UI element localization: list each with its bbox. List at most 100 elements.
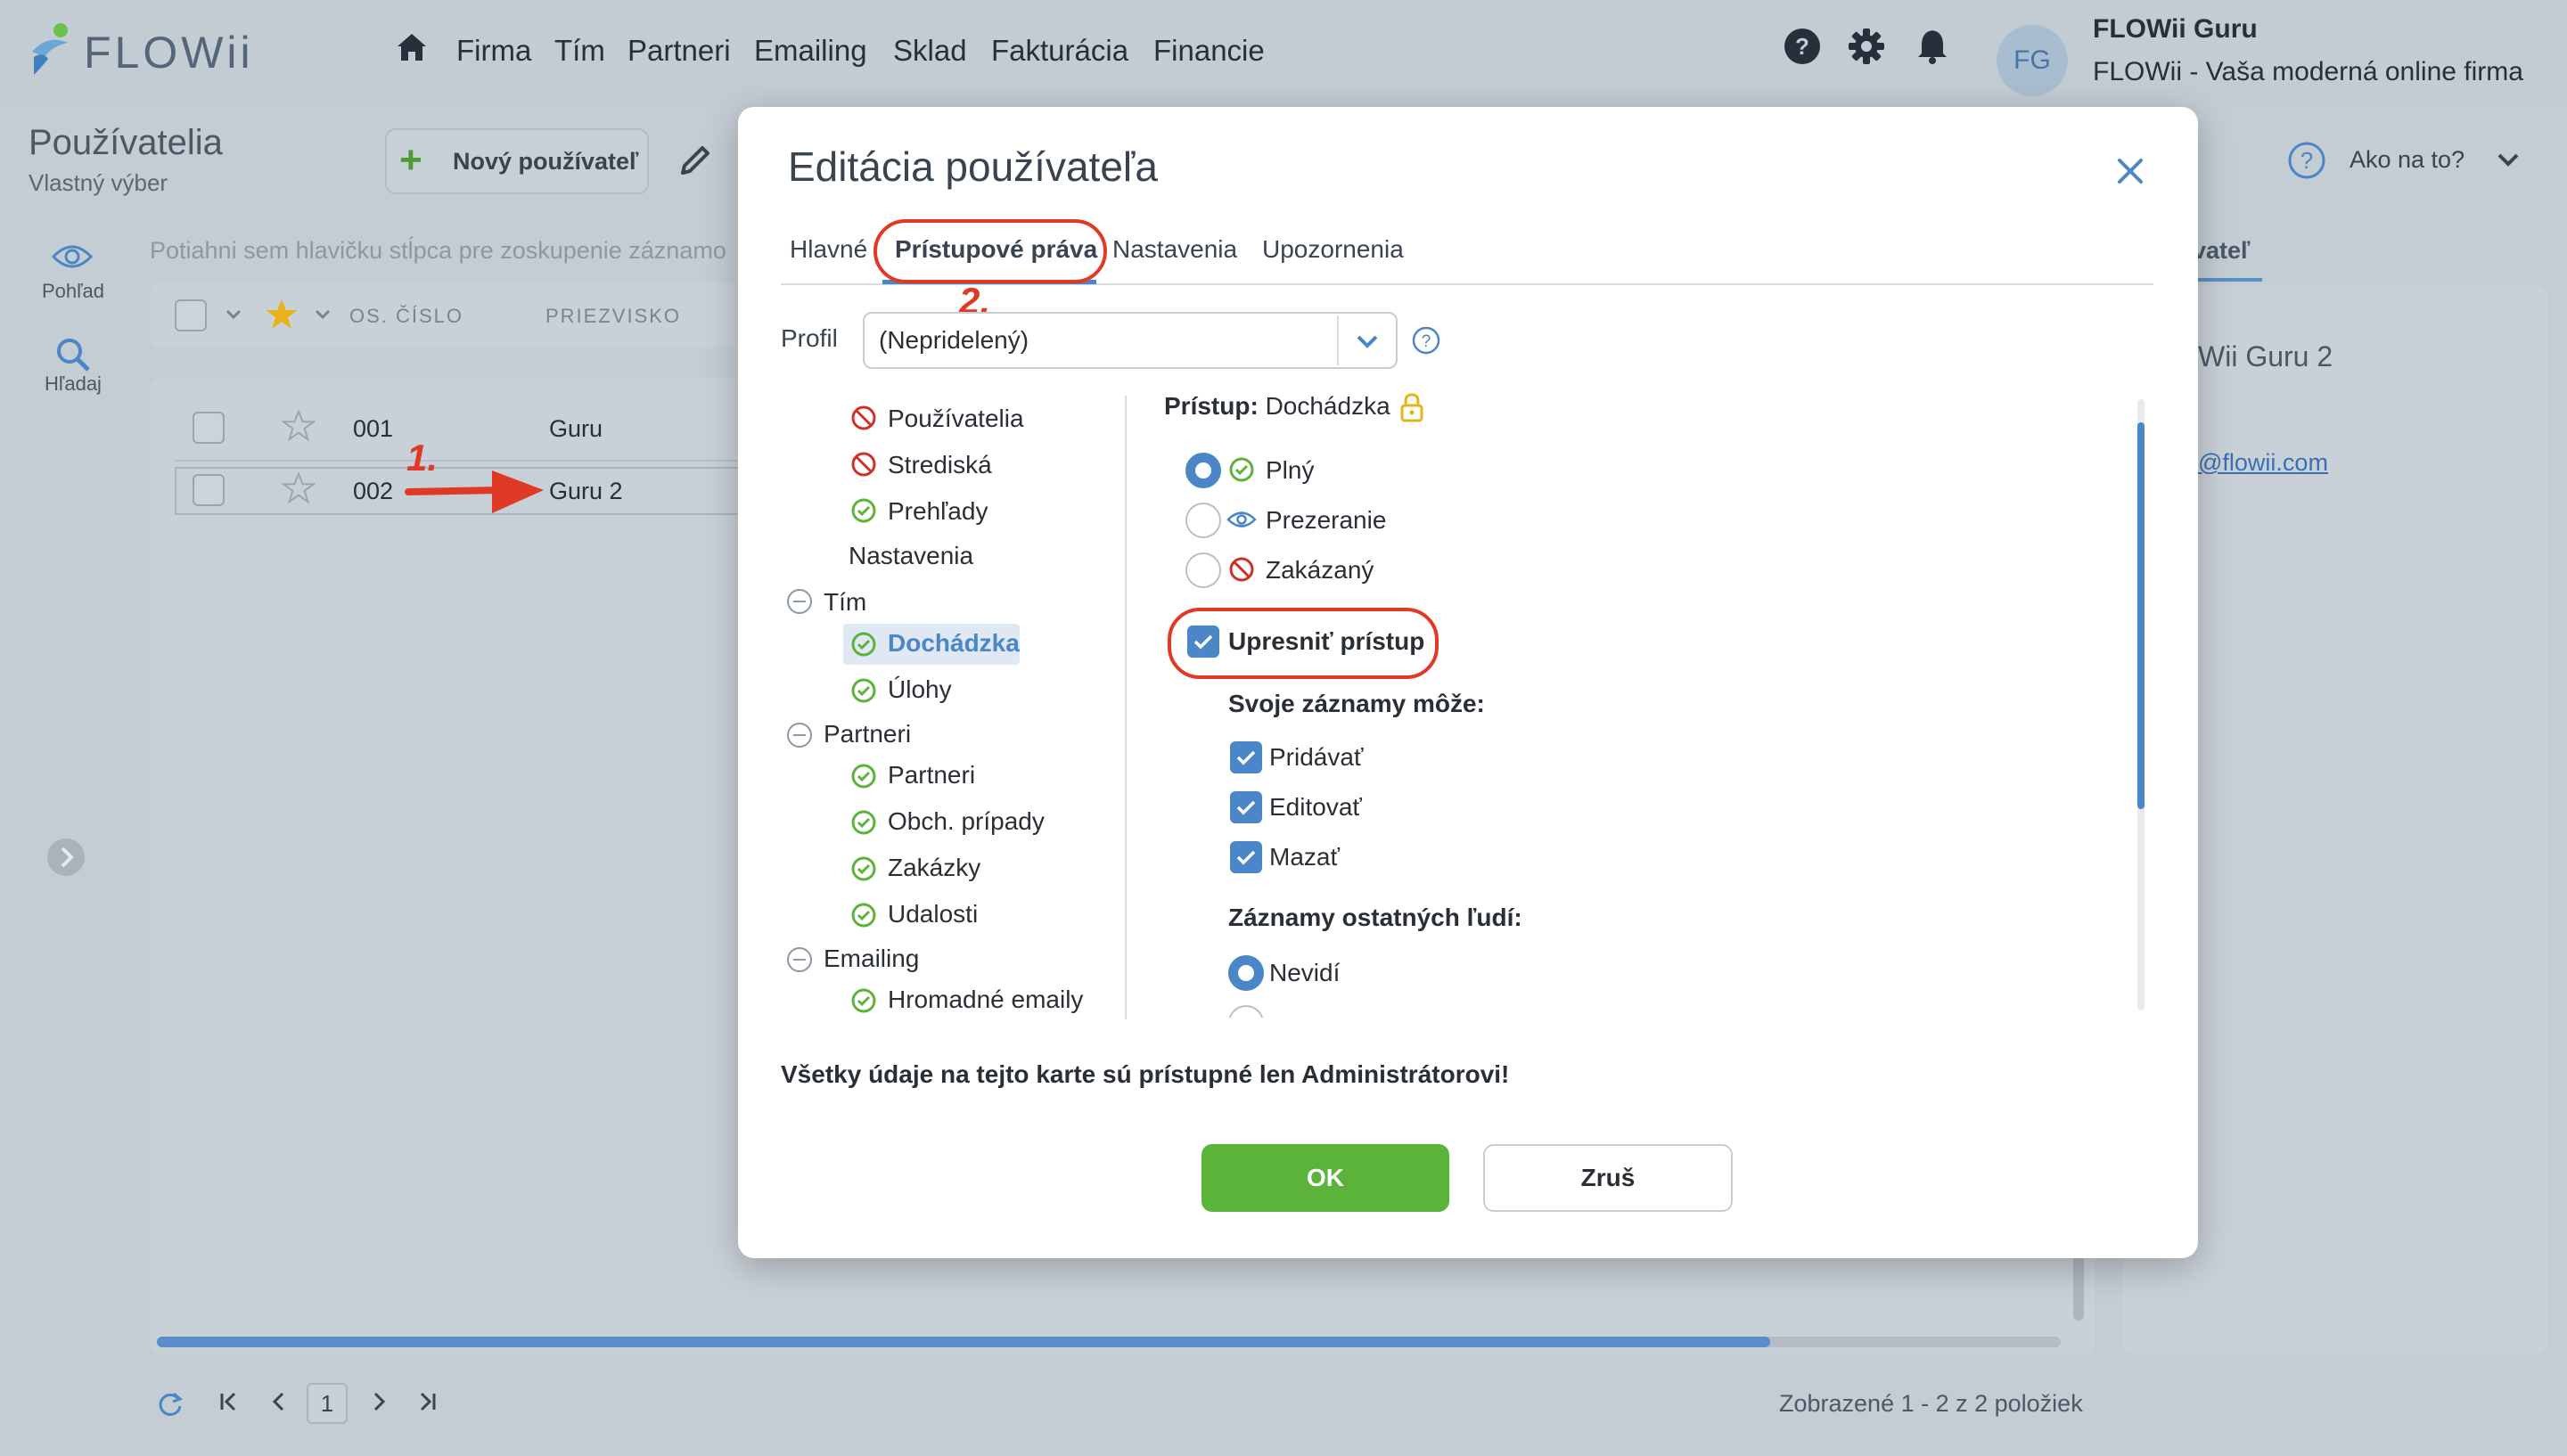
star-icon[interactable] [282, 472, 316, 504]
tree-item-pouzivatelia[interactable]: Používatelia [888, 405, 1024, 433]
nav-emailing[interactable]: Emailing [754, 34, 867, 68]
pencil-icon[interactable] [677, 143, 713, 178]
tree-item-strediska[interactable]: Strediská [888, 451, 992, 479]
option-editovat[interactable]: Editovať [1269, 793, 1362, 822]
row-checkbox[interactable] [193, 474, 225, 506]
tree-item-prehlady[interactable]: Prehľady [888, 497, 988, 526]
radio-zakazany[interactable] [1185, 552, 1221, 588]
column-header-surname[interactable]: PRIEZVISKO [545, 305, 681, 328]
eye-icon [1226, 510, 1257, 529]
option-zakazany[interactable]: Zakázaný [1266, 556, 1374, 585]
tree-item-partneri[interactable]: Partneri [888, 761, 975, 789]
new-user-button[interactable]: Nový používateľ [385, 128, 649, 194]
denied-icon [1228, 556, 1255, 583]
star-icon[interactable] [282, 410, 316, 442]
tree-group-partneri[interactable]: Partneri [824, 720, 911, 748]
option-plny[interactable]: Plný [1266, 456, 1314, 485]
table-cell-surname[interactable]: Guru 2 [549, 478, 623, 505]
checkbox-pridavat[interactable] [1230, 741, 1262, 773]
table-cell-number[interactable]: 002 [353, 478, 393, 505]
checkbox-editovat[interactable] [1230, 791, 1262, 823]
gear-icon[interactable] [1847, 27, 1886, 66]
user-company: FLOWii - Vaša moderná online firma [2093, 57, 2523, 86]
chevron-down-icon[interactable] [314, 308, 332, 321]
denied-icon [850, 405, 877, 431]
checkbox-mazat[interactable] [1230, 841, 1262, 873]
ok-button[interactable]: OK [1201, 1144, 1449, 1212]
table-cell-number[interactable]: 001 [353, 415, 393, 443]
user-name[interactable]: FLOWii Guru [2093, 14, 2258, 45]
tree-group-emailing[interactable]: Emailing [824, 945, 919, 973]
chevron-down-icon[interactable] [225, 308, 242, 321]
logo-text[interactable]: FLOWii [84, 27, 254, 78]
option-prezeranie[interactable]: Prezeranie [1266, 506, 1386, 535]
tree-group-tim[interactable]: Tím [824, 588, 866, 617]
help-icon[interactable]: ? [1783, 27, 1822, 66]
radio-nevidi[interactable] [1228, 955, 1264, 991]
profile-select[interactable]: (Nepridelený) [863, 312, 1398, 369]
horizontal-scroll-thumb[interactable] [157, 1337, 1770, 1347]
flowii-logo-icon[interactable] [27, 21, 77, 78]
option-pridavat[interactable]: Pridávať [1269, 743, 1363, 772]
page-number[interactable]: 1 [307, 1383, 348, 1424]
tab-hlavne[interactable]: Hlavné [790, 235, 867, 264]
option-nevidi[interactable]: Nevidí [1269, 959, 1340, 987]
select-divider [1337, 315, 1339, 365]
list-header [150, 283, 809, 348]
radio-plny[interactable] [1185, 453, 1221, 488]
refresh-icon[interactable] [157, 1390, 184, 1417]
refine-access-checkbox[interactable] [1187, 626, 1219, 658]
refine-access-label[interactable]: Upresniť prístup [1228, 627, 1424, 656]
tab-user-detail[interactable]: vateľ [2193, 237, 2250, 265]
cancel-button[interactable]: Zruš [1483, 1144, 1733, 1212]
prev-page-icon[interactable] [267, 1390, 291, 1413]
detail-email-link[interactable]: @flowii.com [2198, 449, 2328, 477]
tab-nastavenia[interactable]: Nastavenia [1112, 235, 1237, 264]
nav-tim[interactable]: Tím [554, 34, 605, 68]
dialog-scroll-thumb[interactable] [2137, 422, 2145, 809]
collapse-icon[interactable] [786, 946, 813, 973]
close-icon[interactable] [2112, 153, 2148, 189]
select-all-checkbox[interactable] [175, 299, 207, 331]
expand-panel-icon[interactable] [46, 838, 86, 877]
tree-item-nastavenia[interactable]: Nastavenia [849, 542, 973, 570]
nav-financie[interactable]: Financie [1153, 34, 1265, 68]
nav-sklad[interactable]: Sklad [893, 34, 967, 68]
search-icon[interactable] [55, 337, 91, 372]
chevron-down-icon[interactable] [1355, 333, 1380, 349]
next-page-icon[interactable] [367, 1390, 390, 1413]
collapse-icon[interactable] [786, 588, 813, 615]
rail-view-label[interactable]: Pohľad [29, 280, 118, 303]
tree-item-hromadne-emaily[interactable]: Hromadné emaily [888, 986, 1083, 1014]
nav-firma[interactable]: Firma [456, 34, 531, 68]
chevron-down-icon[interactable] [2496, 151, 2521, 169]
radio-prezeranie[interactable] [1185, 503, 1221, 538]
tab-upozornenia[interactable]: Upozornenia [1262, 235, 1404, 264]
nav-fakturacia[interactable]: Fakturácia [991, 34, 1128, 68]
avatar[interactable]: FG [1997, 25, 2068, 96]
option-mazat[interactable]: Mazať [1269, 843, 1340, 871]
column-header-number[interactable]: OS. ČÍSLO [349, 305, 463, 328]
row-checkbox[interactable] [193, 412, 225, 444]
nav-partneri[interactable]: Partneri [627, 34, 731, 68]
rail-search-label[interactable]: Hľadaj [29, 372, 118, 396]
home-icon[interactable] [396, 32, 428, 62]
tree-item-udalosti[interactable]: Udalosti [888, 900, 978, 928]
collapse-icon[interactable] [786, 722, 813, 748]
tree-item-obch-pripady[interactable]: Obch. prípady [888, 807, 1045, 836]
vertical-scrollbar[interactable] [2073, 1255, 2084, 1321]
view-selector[interactable]: Vlastný výber [29, 169, 168, 197]
tree-item-dochadzka[interactable]: Dochádzka [888, 629, 1020, 658]
last-page-icon[interactable] [415, 1390, 439, 1413]
first-page-icon[interactable] [217, 1390, 241, 1413]
eye-icon[interactable] [52, 242, 93, 271]
star-filled-icon[interactable] [264, 298, 299, 331]
howto-link[interactable]: Ako na to? [2350, 146, 2464, 174]
tree-item-ulohy[interactable]: Úlohy [888, 675, 952, 704]
tree-item-zakazky[interactable]: Zakázky [888, 854, 980, 882]
help-circle-icon[interactable]: ? [2287, 141, 2326, 180]
profile-label: Profil [781, 324, 838, 352]
bell-icon[interactable] [1913, 27, 1952, 66]
table-cell-surname[interactable]: Guru [549, 415, 603, 443]
help-circle-icon[interactable]: ? [1412, 326, 1440, 355]
